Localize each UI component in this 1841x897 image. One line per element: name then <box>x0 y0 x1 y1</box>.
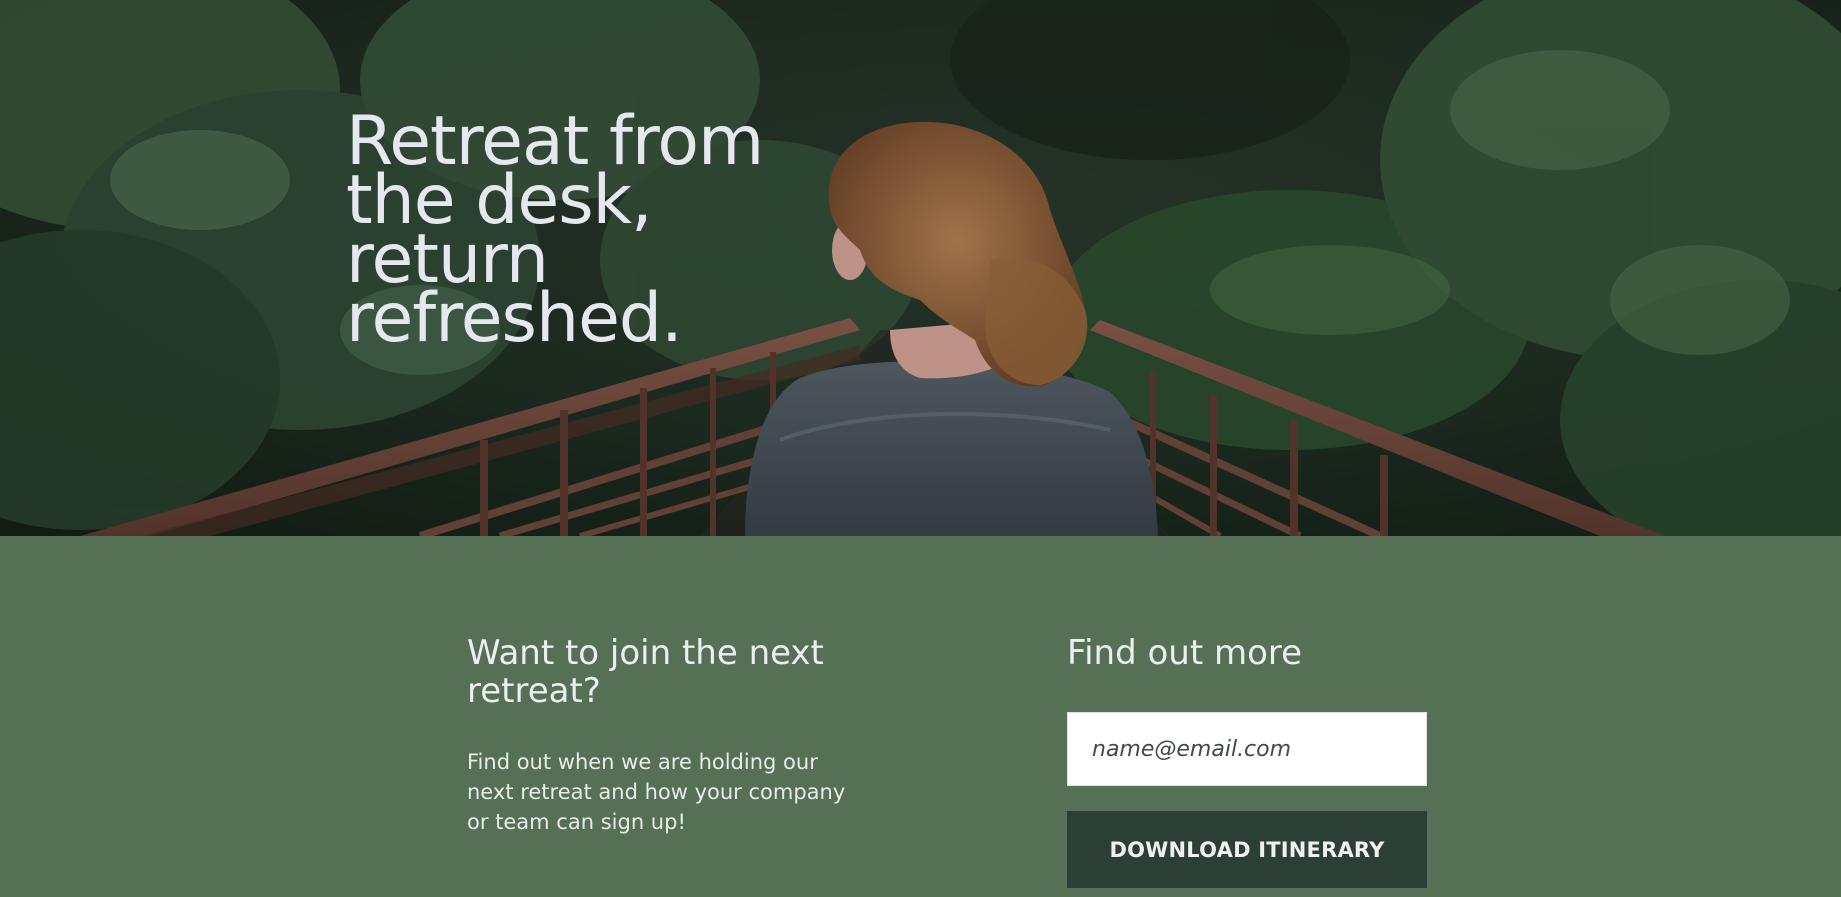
join-heading: Want to join the next retreat? <box>467 633 824 711</box>
join-description: Find out when we are holding our next re… <box>467 750 846 834</box>
hero-image <box>0 0 1841 536</box>
signup-section: Want to join the next retreat? Find out … <box>0 536 1841 897</box>
hero-section: Retreat from the desk, return refreshed. <box>0 0 1841 536</box>
download-itinerary-button[interactable]: DOWNLOAD ITINERARY <box>1067 811 1427 888</box>
email-input[interactable] <box>1067 712 1427 786</box>
hero-title: Retreat from the desk, return refreshed. <box>346 102 764 358</box>
find-out-more-heading: Find out more <box>1067 633 1303 673</box>
